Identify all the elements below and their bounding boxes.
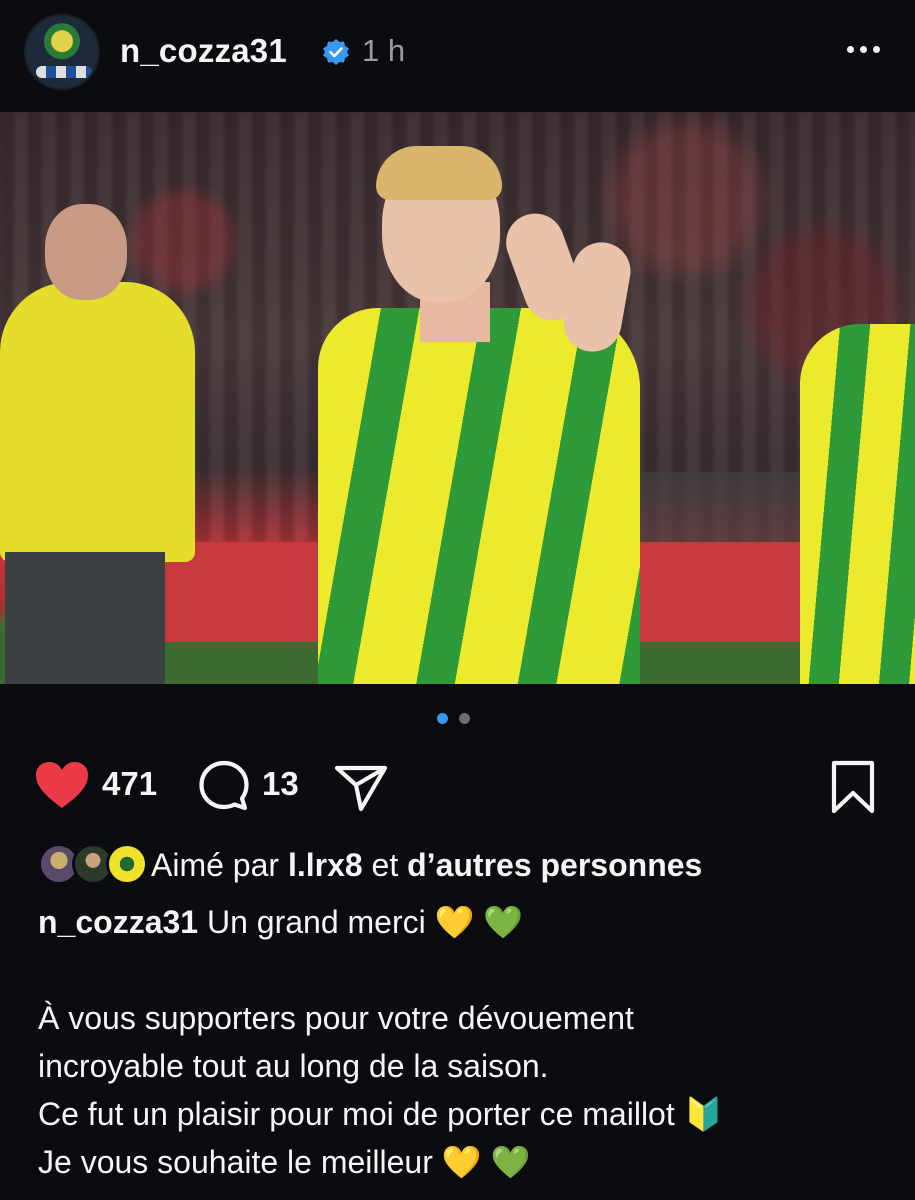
more-options-icon[interactable]: [842, 32, 886, 68]
action-bar: 471 13: [0, 752, 915, 818]
yellow-heart-icon: 💛: [434, 903, 475, 941]
player-hair: [376, 146, 502, 200]
caption-line-4: Ce fut un plaisir pour moi de porter ce …: [38, 1096, 675, 1132]
green-heart-icon: 💚: [483, 903, 524, 941]
post-header: n_cozza31 1 h: [0, 0, 915, 112]
green-heart-icon: 💚: [490, 1143, 531, 1181]
caption-line-1: Un grand merci: [206, 904, 426, 940]
like-count[interactable]: 471: [102, 765, 157, 803]
bookmark-icon[interactable]: [830, 760, 876, 814]
carousel-indicator: [437, 713, 477, 725]
liker-avatar: [106, 843, 148, 885]
post-caption: n_cozza31 Un grand merci 💛 💚 À vous supp…: [38, 898, 898, 1186]
liked-by-prefix: Aimé par: [151, 847, 280, 883]
comment-icon[interactable]: [198, 760, 250, 812]
yellow-heart-icon: 💛: [441, 1143, 482, 1181]
verified-badge-icon: [323, 39, 349, 65]
teammate-figure: [800, 324, 915, 684]
player-jersey: [318, 308, 640, 684]
author-avatar[interactable]: [24, 14, 100, 90]
caption-line-3: incroyable tout au long de la saison.: [38, 1048, 549, 1084]
liked-by-row[interactable]: Aimé par l.lrx8 et d’autres personnes: [38, 843, 898, 889]
heart-filled-icon[interactable]: [34, 760, 90, 810]
liked-by-text: Aimé par l.lrx8 et d’autres personnes: [151, 847, 702, 884]
author-username[interactable]: n_cozza31: [120, 32, 287, 70]
caption-line-5: Je vous souhaite le meilleur: [38, 1144, 433, 1180]
staff-figure: [0, 282, 195, 562]
post-time: 1 h: [362, 33, 406, 68]
carousel-dot: [459, 713, 470, 724]
staff-head: [45, 204, 127, 300]
staff-legs: [5, 552, 165, 684]
post-image[interactable]: [0, 112, 915, 684]
comment-count[interactable]: 13: [262, 765, 299, 803]
paper-plane-icon[interactable]: [334, 762, 388, 812]
carousel-dot-active: [437, 713, 448, 724]
liked-by-user[interactable]: l.lrx8: [288, 847, 363, 883]
liked-by-middle: et: [371, 847, 399, 883]
caption-username[interactable]: n_cozza31: [38, 904, 198, 940]
caption-line-2: À vous supporters pour votre dévouement: [38, 1000, 634, 1036]
liked-by-others[interactable]: d’autres personnes: [407, 847, 702, 883]
beginner-symbol-icon: 🔰: [683, 1095, 724, 1133]
